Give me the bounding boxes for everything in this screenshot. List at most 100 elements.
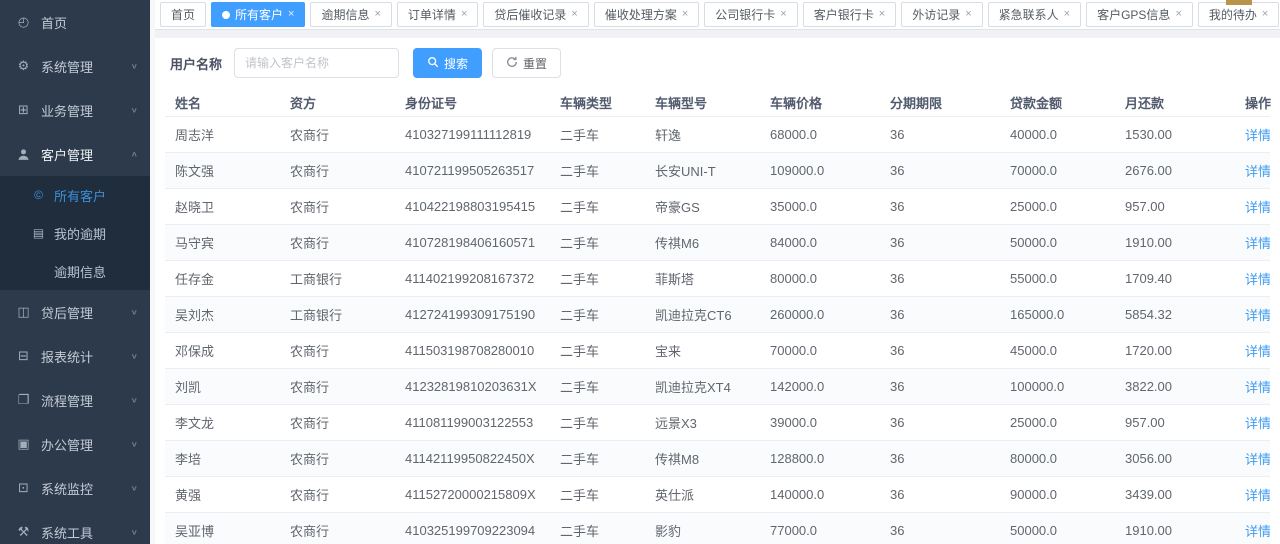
sidebar-item-overdue-info[interactable]: 逾期信息 [0, 252, 150, 290]
sidebar-item-my-overdue[interactable]: ▤我的逾期 [0, 214, 150, 252]
search-button[interactable]: 搜索 [413, 48, 482, 78]
tab-order-detail[interactable]: 订单详情× [397, 2, 478, 27]
table-cell: 36 [880, 153, 1000, 189]
tab-close-icon[interactable]: × [461, 9, 467, 20]
detail-link[interactable]: 详情 [1245, 344, 1270, 359]
sidebar-item-system-monitor[interactable]: ⊡系统监控∨ [0, 466, 150, 510]
table-cell: 任存金 [165, 261, 280, 297]
action-cell: 详情 [1235, 513, 1270, 544]
table-cell: 农商行 [280, 513, 395, 544]
sidebar-item-loan-mgmt[interactable]: ◫贷后管理∨ [0, 290, 150, 334]
tab-collection-records[interactable]: 贷后催收记录× [483, 2, 588, 27]
tab-emergency-contacts[interactable]: 紧急联系人× [988, 2, 1081, 27]
sidebar-item-office-mgmt[interactable]: ▣办公管理∨ [0, 422, 150, 466]
table-cell: 农商行 [280, 117, 395, 153]
tab-close-icon[interactable]: × [879, 9, 885, 20]
tab-collection-plan[interactable]: 催收处理方案× [594, 2, 699, 27]
tab-all-customers[interactable]: 所有客户× [211, 2, 305, 27]
table-cell: 68000.0 [760, 117, 880, 153]
table-cell: 109000.0 [760, 153, 880, 189]
tab-home[interactable]: 首页 [160, 2, 206, 27]
tab-close-icon[interactable]: × [1175, 9, 1181, 20]
detail-link[interactable]: 详情 [1245, 380, 1270, 395]
table-cell: 1709.40 [1115, 261, 1235, 297]
sidebar-item-process-mgmt[interactable]: ❐流程管理∨ [0, 378, 150, 422]
table-row: 吴刘杰工商银行412724199309175190二手车凯迪拉克CT626000… [165, 297, 1270, 333]
home-icon: ◴ [15, 14, 32, 30]
detail-link[interactable]: 详情 [1245, 524, 1270, 539]
main-area: 首页所有客户×逾期信息×订单详情×贷后催收记录×催收处理方案×公司银行卡×客户银… [155, 0, 1280, 544]
table-cell: 农商行 [280, 441, 395, 477]
column-header: 车辆价格 [760, 88, 880, 117]
table-cell: 赵晓卫 [165, 189, 280, 225]
tab-label: 客户银行卡 [814, 6, 874, 23]
tab-close-icon[interactable]: × [682, 9, 688, 20]
table-cell: 二手车 [550, 261, 645, 297]
table-cell: 凯迪拉克XT4 [645, 369, 760, 405]
tab-customer-bank-card[interactable]: 客户银行卡 × [803, 2, 896, 27]
table-cell: 1530.00 [1115, 117, 1235, 153]
tab-company-bank-card[interactable]: 公司银行卡× [704, 2, 797, 27]
tab-close-icon[interactable]: × [965, 9, 971, 20]
column-header: 姓名 [165, 88, 280, 117]
tab-overdue-info[interactable]: 逾期信息× [310, 2, 391, 27]
my-overdue-icon: ▤ [31, 226, 46, 240]
sidebar-item-business-mgmt[interactable]: ⊞业务管理∨ [0, 88, 150, 132]
detail-link[interactable]: 详情 [1245, 272, 1270, 287]
tab-customer-gps[interactable]: 客户GPS信息× [1086, 2, 1193, 27]
table-cell: 吴亚博 [165, 513, 280, 544]
detail-link[interactable]: 详情 [1245, 308, 1270, 323]
table-cell: 50000.0 [1000, 225, 1115, 261]
table-cell: 帝豪GS [645, 189, 760, 225]
system-mgmt-icon: ⚙ [15, 58, 32, 74]
sidebar-item-label: 业务管理 [41, 101, 131, 120]
table-cell: 农商行 [280, 153, 395, 189]
customers-table: 姓名资方身份证号车辆类型车辆型号车辆价格分期期限贷款金额月还款操作 周志洋农商行… [165, 88, 1270, 544]
sidebar-item-system-mgmt[interactable]: ⚙系统管理∨ [0, 44, 150, 88]
table-cell: 36 [880, 189, 1000, 225]
tab-label: 我的待办 [1209, 6, 1257, 23]
detail-link[interactable]: 详情 [1245, 200, 1270, 215]
reset-button[interactable]: 重置 [492, 48, 561, 78]
process-mgmt-icon: ❐ [15, 392, 32, 408]
table-cell: 412724199309175190 [395, 297, 550, 333]
table-cell: 传祺M8 [645, 441, 760, 477]
tab-close-icon[interactable]: × [571, 9, 577, 20]
table-cell: 传祺M6 [645, 225, 760, 261]
office-mgmt-icon: ▣ [15, 436, 32, 452]
detail-link[interactable]: 详情 [1245, 416, 1270, 431]
table-cell: 39000.0 [760, 405, 880, 441]
tab-my-todo[interactable]: 我的待办 × [1198, 2, 1279, 27]
tab-visit-records[interactable]: 外访记录× [901, 2, 982, 27]
tab-close-icon[interactable]: × [780, 9, 786, 20]
sidebar-item-label: 系统管理 [41, 57, 131, 76]
table-row: 陈文强农商行410721199505263517二手车长安UNI-T109000… [165, 153, 1270, 189]
table-cell: 128800.0 [760, 441, 880, 477]
submenu-customer-mgmt: ©所有客户▤我的逾期逾期信息 [0, 176, 150, 290]
table-cell: 二手车 [550, 333, 645, 369]
sidebar-item-all-customers[interactable]: ©所有客户 [0, 176, 150, 214]
table-cell: 90000.0 [1000, 477, 1115, 513]
tab-close-icon[interactable]: × [374, 9, 380, 20]
content-gap [155, 30, 1280, 38]
sidebar-item-customer-mgmt[interactable]: 客户管理∧ [0, 132, 150, 176]
action-cell: 详情 [1235, 441, 1270, 477]
sidebar-item-report-stats[interactable]: ⊟报表统计∨ [0, 334, 150, 378]
table-header-row: 姓名资方身份证号车辆类型车辆型号车辆价格分期期限贷款金额月还款操作 [165, 88, 1270, 117]
table-cell: 2676.00 [1115, 153, 1235, 189]
table-cell: 马守宾 [165, 225, 280, 261]
action-cell: 详情 [1235, 117, 1270, 153]
search-input[interactable] [234, 48, 399, 78]
table-cell: 411081199003122553 [395, 405, 550, 441]
tab-close-icon[interactable]: × [288, 9, 294, 20]
detail-link[interactable]: 详情 [1245, 164, 1270, 179]
detail-link[interactable]: 详情 [1245, 488, 1270, 503]
tab-close-icon[interactable]: × [1064, 9, 1070, 20]
sidebar-item-home[interactable]: ◴首页 [0, 0, 150, 44]
tab-close-icon[interactable]: × [1262, 9, 1268, 20]
sidebar-item-system-tools[interactable]: ⚒系统工具∨ [0, 510, 150, 544]
detail-link[interactable]: 详情 [1245, 236, 1270, 251]
detail-link[interactable]: 详情 [1245, 452, 1270, 467]
detail-link[interactable]: 详情 [1245, 128, 1270, 143]
chevron-down-icon: ∨ [131, 396, 138, 404]
